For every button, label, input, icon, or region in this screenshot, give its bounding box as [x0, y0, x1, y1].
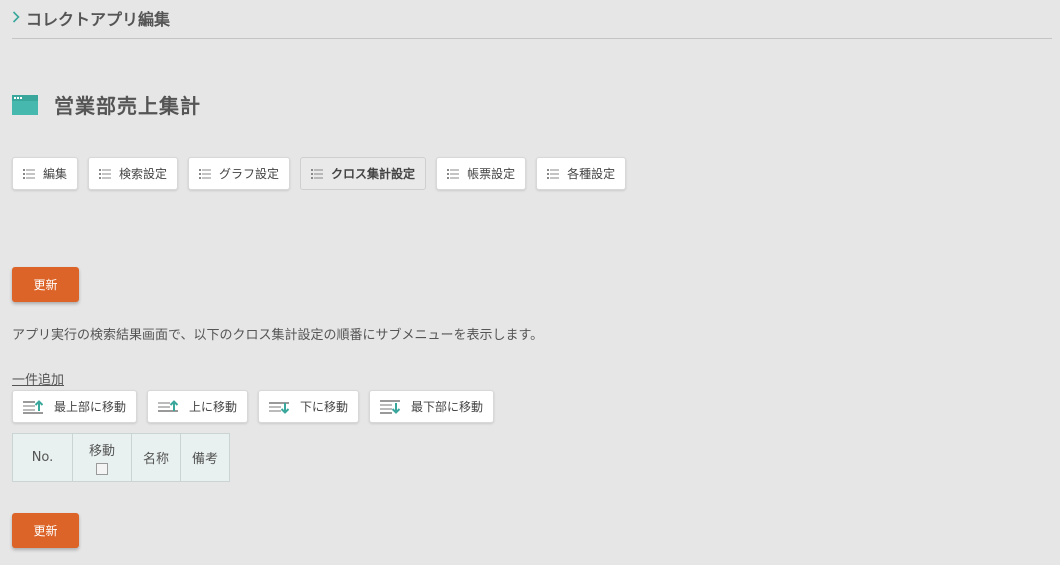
column-header-move: 移動 — [72, 433, 132, 482]
add-one-link[interactable]: 一件追加 — [12, 369, 64, 388]
page-title: 営業部売上集計 — [54, 94, 201, 118]
move-button-label: 最下部に移動 — [411, 400, 484, 414]
tab-report-settings[interactable]: 帳票設定 — [436, 157, 527, 190]
update-button-bottom[interactable]: 更新 — [12, 513, 79, 548]
tab-label: 各種設定 — [567, 167, 616, 181]
update-button-top[interactable]: 更新 — [12, 267, 79, 302]
move-bottom-icon — [380, 399, 401, 414]
tab-misc-settings[interactable]: 各種設定 — [536, 157, 627, 190]
app-window-icon — [12, 94, 38, 115]
header-divider — [12, 38, 1052, 39]
settings-tabs: 編集 検索設定 グラフ設定 クロス集計設定 帳票設定 各種設定 — [12, 157, 627, 190]
tab-label: グラフ設定 — [219, 167, 280, 181]
tab-edit[interactable]: 編集 — [12, 157, 79, 190]
move-top-icon — [23, 399, 44, 414]
move-button-label: 最上部に移動 — [54, 400, 127, 414]
list-icon — [23, 168, 35, 179]
tab-label: 編集 — [43, 167, 68, 181]
breadcrumb: コレクトアプリ編集 — [12, 6, 170, 30]
move-up-icon — [158, 399, 179, 412]
chevron-right-icon — [12, 9, 20, 27]
tab-label: クロス集計設定 — [331, 167, 416, 181]
tab-label: 帳票設定 — [467, 167, 516, 181]
description-text: アプリ実行の検索結果画面で、以下のクロス集計設定の順番にサブメニューを表示します… — [12, 328, 544, 343]
move-toolbar: 最上部に移動 上に移動 下に移動 最下部に移動 — [12, 390, 495, 423]
column-header-name: 名称 — [131, 433, 181, 482]
column-header-move-label: 移動 — [88, 444, 115, 459]
tab-label: 検索設定 — [119, 167, 168, 181]
tab-cross-tab-settings[interactable]: クロス集計設定 — [300, 157, 427, 190]
tab-search-settings[interactable]: 検索設定 — [88, 157, 179, 190]
column-header-no: No. — [12, 433, 73, 482]
move-button-label: 下に移動 — [300, 400, 349, 414]
page-title-row: 営業部売上集計 — [12, 90, 201, 119]
list-icon — [99, 168, 112, 179]
breadcrumb-label[interactable]: コレクトアプリ編集 — [26, 6, 170, 30]
list-icon — [447, 168, 460, 179]
move-button-label: 上に移動 — [189, 400, 238, 414]
list-icon — [311, 168, 324, 179]
move-down-icon — [269, 401, 290, 414]
table-header-row: No. 移動 名称 備考 — [12, 433, 230, 482]
move-up-button[interactable]: 上に移動 — [147, 390, 249, 423]
list-icon — [547, 168, 560, 179]
move-to-bottom-button[interactable]: 最下部に移動 — [369, 390, 495, 423]
move-down-button[interactable]: 下に移動 — [258, 390, 360, 423]
page: コレクトアプリ編集 営業部売上集計 編集 検索設定 グラフ設定 クロス集計設定 … — [0, 0, 1060, 565]
cross-tab-list-table: No. 移動 名称 備考 — [12, 433, 230, 482]
column-header-note: 備考 — [180, 433, 230, 482]
move-to-top-button[interactable]: 最上部に移動 — [12, 390, 138, 423]
tab-graph-settings[interactable]: グラフ設定 — [188, 157, 291, 190]
select-all-checkbox[interactable] — [96, 463, 108, 475]
list-icon — [199, 168, 212, 179]
